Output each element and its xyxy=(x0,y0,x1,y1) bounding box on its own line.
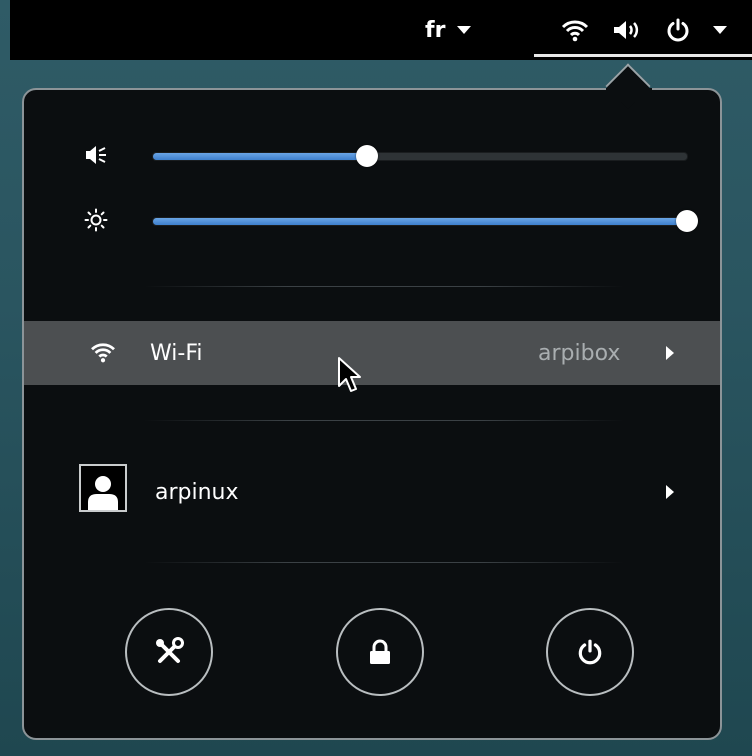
chevron-down-icon xyxy=(713,26,727,34)
wifi-menu-item[interactable]: Wi-Fi arpibox xyxy=(24,321,720,385)
brightness-slider[interactable] xyxy=(152,210,698,232)
system-menu: Wi-Fi arpibox arpinux xyxy=(22,88,722,740)
brightness-icon xyxy=(84,208,108,232)
user-name-label: arpinux xyxy=(155,479,239,505)
volume-row xyxy=(24,135,720,175)
volume-icon xyxy=(86,146,106,164)
chevron-right-icon xyxy=(666,485,674,499)
active-indicator xyxy=(534,54,752,57)
wifi-status-icon[interactable] xyxy=(555,0,595,60)
user-menu-item[interactable]: arpinux xyxy=(24,458,720,526)
lock-button[interactable] xyxy=(336,608,424,696)
volume-icon xyxy=(614,21,639,39)
chevron-down-icon xyxy=(457,26,472,34)
language-indicator[interactable]: fr xyxy=(425,0,472,60)
separator xyxy=(144,562,624,563)
brightness-row xyxy=(24,200,720,240)
volume-status-icon[interactable] xyxy=(607,0,647,60)
mouse-cursor-icon xyxy=(338,357,361,392)
volume-slider-fill xyxy=(153,153,367,160)
lock-icon xyxy=(370,639,390,664)
power-menu-toggle[interactable] xyxy=(665,0,745,60)
wifi-icon xyxy=(561,20,589,42)
user-icon xyxy=(88,476,118,510)
separator xyxy=(144,420,624,421)
menu-pointer-cover xyxy=(606,88,652,102)
settings-icon xyxy=(156,637,184,663)
language-label: fr xyxy=(425,17,446,43)
wifi-icon xyxy=(91,343,115,363)
wifi-label: Wi-Fi xyxy=(150,340,203,366)
power-icon xyxy=(578,639,602,665)
volume-slider-handle[interactable] xyxy=(355,145,378,167)
top-bar: fr xyxy=(10,0,752,60)
separator xyxy=(144,286,624,287)
avatar xyxy=(79,464,127,512)
brightness-slider-fill xyxy=(153,218,687,225)
brightness-slider-handle[interactable] xyxy=(676,210,698,232)
settings-button[interactable] xyxy=(125,608,213,696)
wifi-network-name: arpibox xyxy=(538,340,621,366)
power-off-button[interactable] xyxy=(546,608,634,696)
volume-slider[interactable] xyxy=(152,145,688,167)
chevron-right-icon xyxy=(666,346,674,360)
power-icon xyxy=(667,18,689,42)
